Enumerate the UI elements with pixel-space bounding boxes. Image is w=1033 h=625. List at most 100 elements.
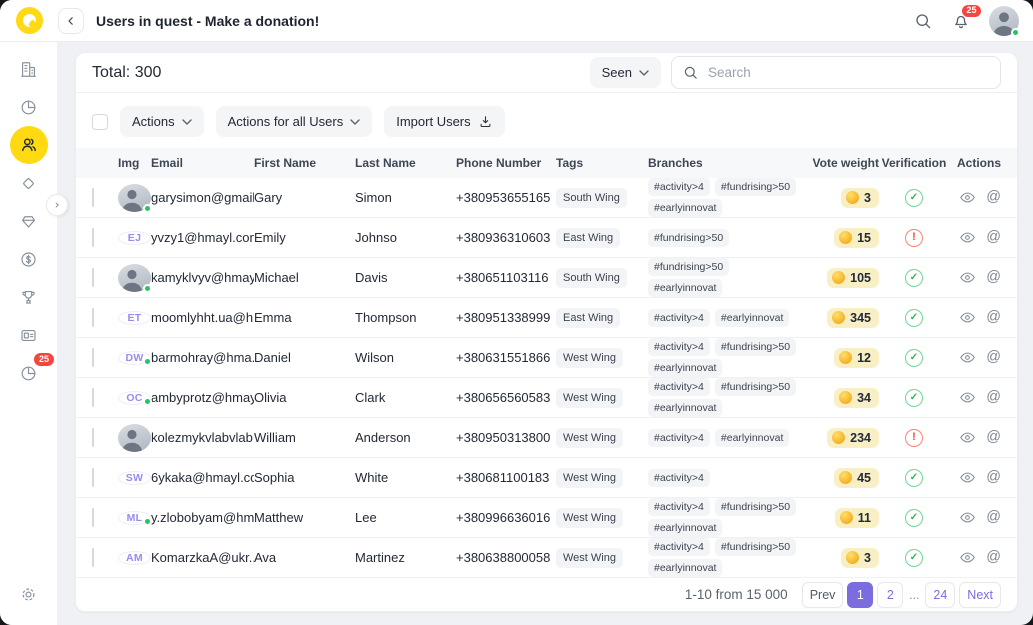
branch-pill: #activity>4 xyxy=(648,178,710,196)
branches-cell: #activity>4#fundrising>50#earlyinnovat xyxy=(648,178,804,217)
phone-cell: +380953655165 xyxy=(456,190,556,205)
user-avatar[interactable] xyxy=(989,6,1019,36)
row-checkbox[interactable] xyxy=(92,508,94,527)
actions-label: Actions xyxy=(132,114,175,129)
row-checkbox[interactable] xyxy=(92,268,94,287)
online-status-dot xyxy=(143,204,152,213)
sidebar-item-leaderboard[interactable] xyxy=(10,278,48,316)
mention-user-button[interactable]: @ xyxy=(986,190,1001,205)
page-button[interactable]: 24 xyxy=(925,582,955,608)
tag-pill: South Wing xyxy=(556,268,627,288)
table-row: OC ambyprotz@hmay... Olivia Clark +38065… xyxy=(76,378,1017,418)
first-name-cell: Ava xyxy=(254,550,355,565)
mention-user-button[interactable]: @ xyxy=(986,430,1001,445)
page-button[interactable]: Next xyxy=(959,582,1001,608)
row-checkbox[interactable] xyxy=(92,308,94,327)
check-icon: ✓ xyxy=(910,553,918,563)
row-checkbox[interactable] xyxy=(92,468,94,487)
first-name-cell: Michael xyxy=(254,270,355,285)
mention-user-button[interactable]: @ xyxy=(986,550,1001,565)
sidebar-expand-handle[interactable] xyxy=(46,194,68,216)
view-user-button[interactable] xyxy=(959,189,976,206)
back-button[interactable] xyxy=(58,8,84,34)
mention-user-button[interactable]: @ xyxy=(986,390,1001,405)
actions-all-users-dropdown[interactable]: Actions for all Users xyxy=(216,106,373,137)
table-row: SW 6ykaka@hmayl.co... Sophia White +3806… xyxy=(76,458,1017,498)
view-user-button[interactable] xyxy=(959,229,976,246)
view-user-button[interactable] xyxy=(959,469,976,486)
sidebar-item-rewards[interactable] xyxy=(10,202,48,240)
view-user-button[interactable] xyxy=(959,349,976,366)
mention-user-button[interactable]: @ xyxy=(986,470,1001,485)
check-icon: ✓ xyxy=(910,273,918,283)
dollar-circle-icon xyxy=(19,250,38,269)
notifications-button[interactable]: 25 xyxy=(951,11,971,31)
online-status-dot xyxy=(143,284,152,293)
mention-user-button[interactable]: @ xyxy=(986,230,1001,245)
sidebar-item-analytics[interactable] xyxy=(10,88,48,126)
avatar: DW xyxy=(118,351,151,365)
email-cell: 6ykaka@hmayl.co... xyxy=(151,470,254,485)
avatar-initials: ET xyxy=(118,311,151,325)
online-status-dot xyxy=(1011,28,1020,37)
import-users-button[interactable]: Import Users xyxy=(384,106,504,137)
avatar-initials: EJ xyxy=(118,231,151,245)
view-user-button[interactable] xyxy=(959,429,976,446)
view-user-button[interactable] xyxy=(959,309,976,326)
view-user-button[interactable] xyxy=(959,509,976,526)
app-logo[interactable] xyxy=(0,7,58,34)
row-checkbox[interactable] xyxy=(92,388,94,407)
banner-card-icon xyxy=(19,326,38,345)
actions-dropdown[interactable]: Actions xyxy=(120,106,204,137)
select-all-checkbox[interactable] xyxy=(92,114,108,130)
search-input[interactable] xyxy=(708,65,990,80)
row-checkbox[interactable] xyxy=(92,188,94,207)
branch-pill: #activity>4 xyxy=(648,429,710,447)
sidebar-item-settings[interactable] xyxy=(10,575,48,613)
sidebar-item-cards[interactable] xyxy=(10,316,48,354)
branch-pill: #activity>4 xyxy=(648,309,710,327)
row-checkbox[interactable] xyxy=(92,548,94,567)
branch-pill: #earlyinnovat xyxy=(715,309,789,327)
branch-pill: #fundrising>50 xyxy=(715,178,796,196)
header-email: Email xyxy=(151,156,254,170)
sidebar-item-reports[interactable]: 25 xyxy=(10,354,48,392)
phone-cell: +380651103116 xyxy=(456,270,556,285)
branch-pill: #earlyinnovat xyxy=(648,399,722,417)
users-icon xyxy=(19,135,39,155)
check-icon: ✓ xyxy=(910,473,918,483)
row-checkbox[interactable] xyxy=(92,348,94,367)
view-user-button[interactable] xyxy=(959,269,976,286)
branch-pill: #fundrising>50 xyxy=(715,378,796,396)
row-checkbox[interactable] xyxy=(92,228,94,247)
page-button[interactable]: 2 xyxy=(877,582,903,608)
sidebar-item-payments[interactable] xyxy=(10,240,48,278)
sidebar-item-quests[interactable] xyxy=(10,164,48,202)
eye-icon xyxy=(959,389,976,406)
avatar: AM xyxy=(118,551,151,565)
sidebar-item-users[interactable] xyxy=(10,126,48,164)
sidebar-item-organization[interactable] xyxy=(10,50,48,88)
vote-weight-value: 45 xyxy=(857,471,871,485)
view-user-button[interactable] xyxy=(959,549,976,566)
branches-cell: #activity>4#fundrising>50#earlyinnovat xyxy=(648,538,804,577)
seen-filter-dropdown[interactable]: Seen xyxy=(590,57,661,88)
mention-user-button[interactable]: @ xyxy=(986,510,1001,525)
vote-weight-value: 234 xyxy=(850,431,871,445)
page-button[interactable]: Prev xyxy=(802,582,844,608)
mention-user-button[interactable]: @ xyxy=(986,310,1001,325)
notifications-badge: 25 xyxy=(961,4,982,19)
branch-pill: #earlyinnovat xyxy=(715,429,789,447)
page-title: Users in quest - Make a donation! xyxy=(96,13,319,29)
page-button[interactable]: 1 xyxy=(847,582,873,608)
view-user-button[interactable] xyxy=(959,389,976,406)
first-name-cell: Emma xyxy=(254,310,355,325)
table-footer: 1-10 from 15 000 Prev12...24Next xyxy=(76,578,1017,611)
mention-user-button[interactable]: @ xyxy=(986,270,1001,285)
global-search-button[interactable] xyxy=(913,11,933,31)
download-icon xyxy=(478,114,493,129)
page-button[interactable]: ... xyxy=(907,582,921,608)
row-checkbox[interactable] xyxy=(92,428,94,447)
mention-user-button[interactable]: @ xyxy=(986,350,1001,365)
chevron-left-icon xyxy=(64,14,78,28)
